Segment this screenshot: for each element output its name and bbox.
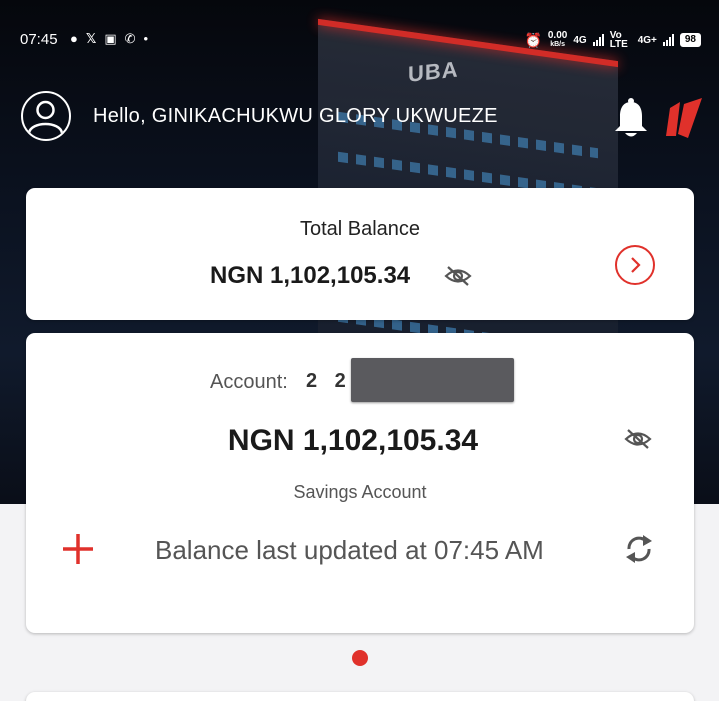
message-icon: ● <box>70 31 78 46</box>
greeting-text: Hello, GINIKACHUKWU GLORY UKWUEZE <box>93 105 498 127</box>
total-balance-label: Total Balance <box>299 218 421 240</box>
x-icon: 𝕏 <box>85 31 97 46</box>
account-card[interactable]: Account: 2 2 4 NGN 1,102,105.34 Savings … <box>26 333 694 633</box>
next-card-peek <box>26 692 694 701</box>
hide-account-balance-eye-icon[interactable] <box>624 427 652 451</box>
chevron-right-icon <box>631 257 641 273</box>
network-label-1: 4G <box>573 34 587 46</box>
total-balance-amount: NGN 1,102,105.34 <box>210 262 411 289</box>
balance-updated-text: Balance last updated at 07:45 AM <box>155 535 544 565</box>
account-label: Account: <box>210 371 288 393</box>
status-time: 07:45 <box>20 31 58 48</box>
signal-icon-1 <box>592 34 604 46</box>
hide-balance-eye-icon[interactable] <box>444 264 472 288</box>
instagram-icon: ▣ <box>104 31 117 46</box>
carousel-indicator-dot[interactable] <box>352 650 368 666</box>
notification-bell-icon[interactable] <box>612 96 650 140</box>
notification-icons: ● 𝕏 ▣ ✆ • <box>70 31 148 47</box>
redaction-box <box>351 358 514 402</box>
total-balance-card[interactable]: Total Balance NGN 1,102,105.34 <box>26 188 694 320</box>
app-header: Hello, GINIKACHUKWU GLORY UKWUEZE <box>0 88 719 148</box>
account-type: Savings Account <box>293 482 427 502</box>
battery-icon: 98 <box>679 33 701 47</box>
profile-avatar-icon[interactable] <box>21 91 71 141</box>
system-icons: ⏰ 0.00 kB/s 4G Vo LTE 4G+ 98 <box>524 30 701 50</box>
more-dot-icon: • <box>143 31 149 46</box>
net-speed: 0.00 kB/s <box>547 30 568 49</box>
add-account-plus-icon[interactable] <box>60 531 96 567</box>
refresh-icon[interactable] <box>622 531 656 567</box>
alarm-icon: ⏰ <box>524 31 542 48</box>
network-label-2: 4G+ <box>637 34 657 46</box>
uba-logo-icon <box>666 98 702 138</box>
account-balance-amount: NGN 1,102,105.34 <box>227 424 479 457</box>
chevron-right-button[interactable] <box>615 245 655 285</box>
whatsapp-icon: ✆ <box>124 31 136 46</box>
volte-label: Vo LTE <box>609 30 628 50</box>
signal-icon-2 <box>662 34 674 46</box>
status-bar: 07:45 ● 𝕏 ▣ ✆ • ⏰ 0.00 kB/s 4G Vo LTE 4G… <box>0 0 719 78</box>
